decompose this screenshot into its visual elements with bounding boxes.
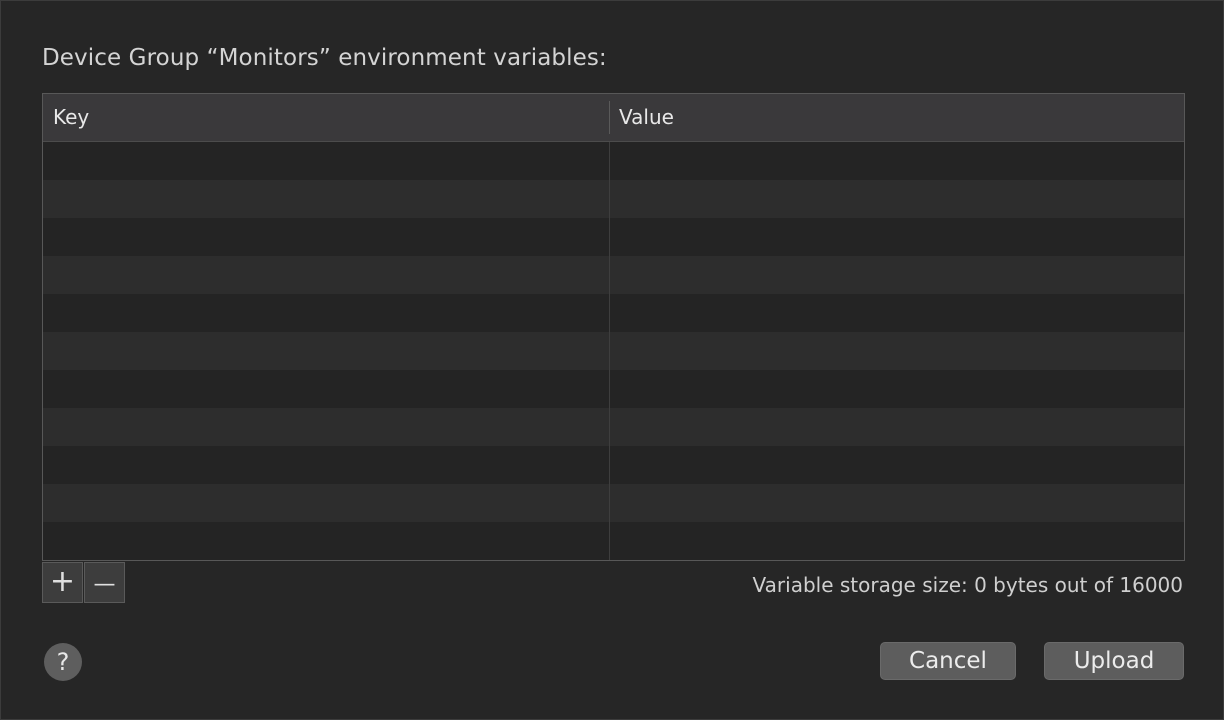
- storage-size-label: Variable storage size: 0 bytes out of 16…: [752, 573, 1183, 597]
- table-row: [43, 446, 1184, 484]
- dialog-title: Device Group “Monitors” environment vari…: [42, 45, 607, 71]
- cancel-button[interactable]: Cancel: [880, 642, 1016, 680]
- table-row: [43, 370, 1184, 408]
- table-row: [43, 522, 1184, 560]
- column-header-key[interactable]: Key: [53, 94, 89, 141]
- upload-button[interactable]: Upload: [1044, 642, 1184, 680]
- minus-icon: —: [93, 572, 116, 597]
- column-divider[interactable]: [609, 101, 610, 134]
- environment-variables-dialog: Device Group “Monitors” environment vari…: [0, 0, 1224, 720]
- table-row: [43, 332, 1184, 370]
- column-header-value[interactable]: Value: [619, 94, 674, 141]
- table-row: [43, 408, 1184, 446]
- table-row: [43, 180, 1184, 218]
- add-variable-button[interactable]: +: [42, 562, 83, 603]
- table-row: [43, 484, 1184, 522]
- plus-icon: +: [49, 564, 76, 599]
- table-header: Key Value: [43, 94, 1184, 142]
- table-row: [43, 218, 1184, 256]
- column-separator: [609, 142, 610, 560]
- table-row: [43, 142, 1184, 180]
- table-row: [43, 294, 1184, 332]
- question-mark-icon: ?: [56, 648, 70, 676]
- table-body[interactable]: [43, 142, 1184, 560]
- table-row: [43, 256, 1184, 294]
- remove-variable-button[interactable]: —: [84, 562, 125, 603]
- help-button[interactable]: ?: [44, 643, 82, 681]
- variables-table[interactable]: Key Value: [42, 93, 1185, 561]
